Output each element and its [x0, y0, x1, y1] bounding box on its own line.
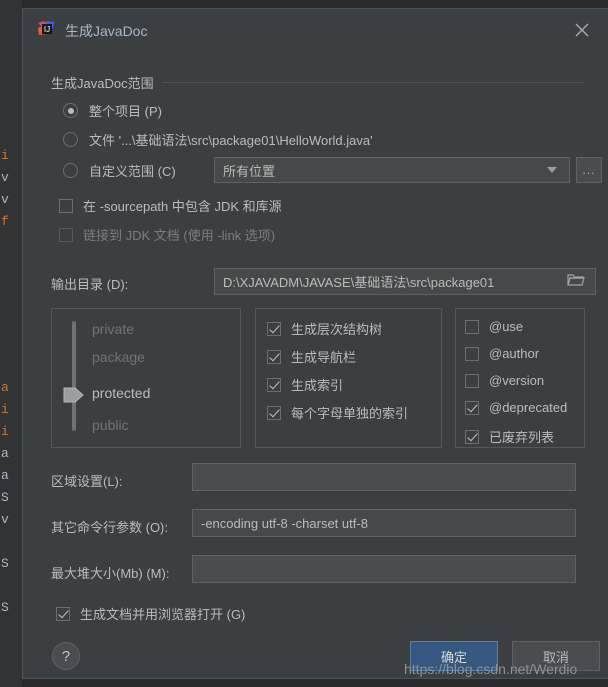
locale-input[interactable] — [192, 463, 576, 491]
tag-option-1-mark[interactable] — [465, 346, 479, 361]
tag-option-3-label: @deprecated — [489, 400, 568, 415]
tag-option-0[interactable]: @use — [465, 319, 523, 334]
output-dir-value: D:\XJAVADM\JAVASE\基础语法\src\package01 — [223, 275, 495, 290]
tag-option-1-label: @author — [489, 346, 540, 361]
tag-option-2-mark[interactable] — [465, 373, 479, 388]
cmdline-args-input[interactable]: -encoding utf-8 -charset utf-8 — [192, 509, 576, 537]
checkbox-open-in-browser-mark[interactable] — [56, 606, 70, 621]
radio-single-file[interactable]: 文件 '...\基础语法\src\package01\HelloWorld.ja… — [63, 130, 373, 149]
dialog-title: 生成JavaDoc — [65, 23, 148, 39]
tag-option-4-mark[interactable] — [465, 429, 479, 444]
group-divider — [161, 82, 585, 83]
generate-option-2[interactable]: 生成索引 — [267, 375, 343, 394]
generate-option-0-label: 生成层次结构树 — [291, 322, 383, 337]
visibility-slider-thumb[interactable] — [63, 386, 85, 404]
max-heap-label: 最大堆大小(Mb) (M): — [51, 566, 170, 581]
checkbox-open-in-browser-label: 生成文档并用浏览器打开 (G) — [80, 607, 246, 622]
folder-icon[interactable] — [567, 273, 585, 290]
visibility-scope-panel: private package protected public — [51, 308, 241, 448]
generate-option-1[interactable]: 生成导航栏 — [267, 347, 356, 366]
intellij-idea-icon: IJ — [37, 20, 55, 38]
svg-text:IJ: IJ — [44, 25, 50, 34]
generate-option-1-mark[interactable] — [267, 349, 281, 364]
tag-option-0-label: @use — [489, 319, 524, 334]
radio-single-file-mark[interactable] — [63, 132, 78, 147]
visibility-slider-track[interactable] — [72, 321, 76, 431]
tag-option-4-label: 已废弃列表 — [489, 430, 555, 445]
checkbox-include-jdk-sources-label: 在 -sourcepath 中包含 JDK 和库源 — [83, 199, 282, 214]
scope-group-header: 生成JavaDoc范围 — [51, 73, 585, 92]
tag-option-0-mark[interactable] — [465, 319, 479, 334]
generate-option-0-mark[interactable] — [267, 321, 281, 336]
visibility-option-protected[interactable]: protected — [92, 385, 150, 401]
help-button[interactable]: ? — [52, 642, 80, 670]
generate-option-0[interactable]: 生成层次结构树 — [267, 319, 382, 338]
radio-custom-scope-label: 自定义范围 (C) — [89, 164, 176, 179]
generate-option-2-mark[interactable] — [267, 377, 281, 392]
custom-scope-combobox[interactable]: 所有位置 — [214, 157, 570, 183]
radio-single-file-label: 文件 '...\基础语法\src\package01\HelloWorld.ja… — [89, 133, 373, 148]
radio-whole-project-mark[interactable] — [63, 103, 78, 118]
scope-group-title: 生成JavaDoc范围 — [51, 76, 154, 91]
dialog-titlebar: IJ 生成JavaDoc — [23, 9, 608, 49]
close-icon[interactable] — [570, 18, 594, 42]
cmdline-args-label: 其它命令行参数 (O): — [51, 520, 168, 535]
max-heap-input[interactable] — [192, 555, 576, 583]
generate-option-3-label: 每个字母单独的索引 — [291, 406, 409, 421]
tag-option-4[interactable]: 已废弃列表 — [465, 427, 554, 446]
checkbox-include-jdk-sources[interactable]: 在 -sourcepath 中包含 JDK 和库源 — [59, 196, 282, 215]
editor-gutter — [0, 0, 22, 687]
checkbox-link-jdk-docs: 链接到 JDK 文档 (使用 -link 选项) — [59, 225, 275, 244]
checkbox-open-in-browser[interactable]: 生成文档并用浏览器打开 (G) — [56, 604, 245, 623]
radio-whole-project-label: 整个项目 (P) — [89, 104, 162, 119]
radio-custom-scope[interactable]: 自定义范围 (C) — [63, 161, 176, 180]
visibility-option-private[interactable]: private — [92, 321, 134, 337]
chevron-down-icon — [547, 167, 557, 173]
visibility-option-package[interactable]: package — [92, 349, 145, 365]
generate-options-panel: 生成层次结构树 生成导航栏生成索引每个字母单独的索引 — [255, 308, 442, 448]
radio-custom-scope-mark[interactable] — [63, 163, 78, 178]
tag-option-2[interactable]: @version — [465, 373, 544, 388]
checkbox-include-jdk-sources-mark[interactable] — [59, 198, 73, 213]
generate-option-2-label: 生成索引 — [291, 378, 344, 393]
tag-option-2-label: @version — [489, 373, 545, 388]
scope-browse-button[interactable]: ... — [576, 157, 602, 183]
custom-scope-value: 所有位置 — [223, 163, 276, 179]
watermark-text: https://blog.csdn.net/Werdio — [404, 661, 578, 677]
generate-javadoc-dialog: IJ 生成JavaDoc 生成JavaDoc范围 整个项目 (P) 文件 '..… — [22, 8, 608, 679]
radio-whole-project[interactable]: 整个项目 (P) — [63, 101, 162, 120]
checkbox-link-jdk-docs-label: 链接到 JDK 文档 (使用 -link 选项) — [83, 228, 276, 243]
tag-option-3[interactable]: @deprecated — [465, 400, 567, 415]
output-dir-input[interactable]: D:\XJAVADM\JAVASE\基础语法\src\package01 — [214, 268, 596, 295]
generate-option-3-mark[interactable] — [267, 405, 281, 420]
output-dir-label: 输出目录 (D): — [51, 277, 129, 292]
generate-option-3[interactable]: 每个字母单独的索引 — [267, 403, 408, 422]
generate-option-1-label: 生成导航栏 — [291, 350, 357, 365]
locale-label: 区域设置(L): — [51, 474, 123, 489]
tag-option-1[interactable]: @author — [465, 346, 539, 361]
checkbox-link-jdk-docs-mark — [59, 227, 73, 242]
tag-options-panel: @use @author @version @deprecated 已废弃列表 — [455, 308, 585, 448]
visibility-option-public[interactable]: public — [92, 417, 129, 433]
tag-option-3-mark[interactable] — [465, 400, 479, 415]
